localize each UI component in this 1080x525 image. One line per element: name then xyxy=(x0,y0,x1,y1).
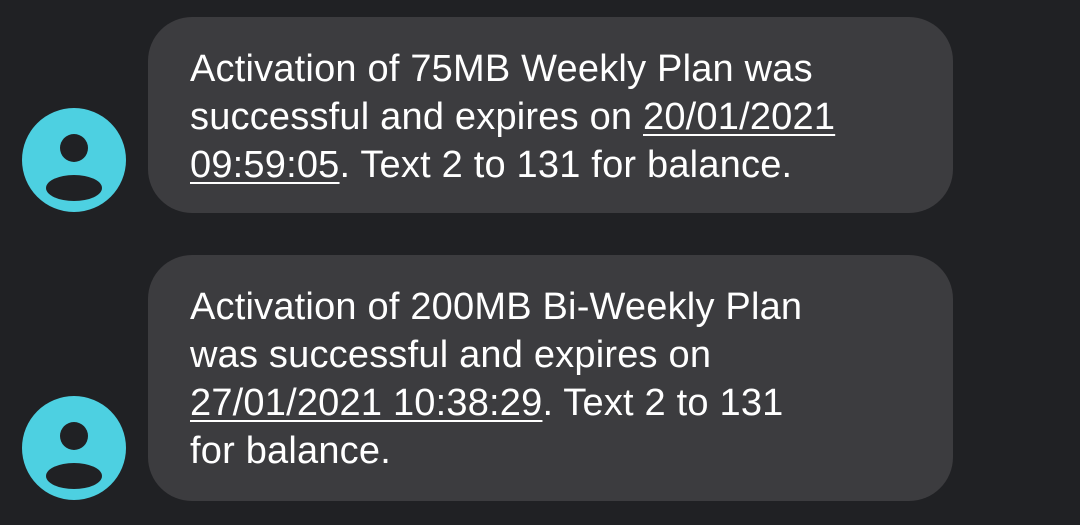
expiry-time-link[interactable]: 09:59:05 xyxy=(190,144,340,186)
message-bubble[interactable]: Activation of 200MB Bi-Weekly Plan was s… xyxy=(148,255,953,501)
sender-avatar[interactable] xyxy=(22,396,126,500)
message-line: was successful and expires on xyxy=(190,334,712,376)
message-line: Activation of 75MB Weekly Plan was xyxy=(190,48,813,90)
message-bubble[interactable]: Activation of 75MB Weekly Plan was succe… xyxy=(148,17,953,213)
sender-avatar[interactable] xyxy=(22,108,126,212)
message-line: successful and expires on 20/01/2021 xyxy=(190,93,923,141)
message-line: for balance. xyxy=(190,430,391,472)
message-text: . Text 2 to 131 xyxy=(542,382,784,424)
message-line: 27/01/2021 10:38:29. Text 2 to 131 xyxy=(190,379,923,427)
expiry-datetime-link[interactable]: 27/01/2021 10:38:29 xyxy=(190,382,542,424)
person-icon xyxy=(46,134,102,201)
expiry-date-link[interactable]: 20/01/2021 xyxy=(643,96,835,138)
message-text: successful and expires on xyxy=(190,96,643,138)
message-line: 09:59:05. Text 2 to 131 for balance. xyxy=(190,141,923,189)
person-icon xyxy=(46,422,102,489)
message-line: Activation of 200MB Bi-Weekly Plan xyxy=(190,286,803,328)
message-text: . Text 2 to 131 for balance. xyxy=(339,144,793,186)
